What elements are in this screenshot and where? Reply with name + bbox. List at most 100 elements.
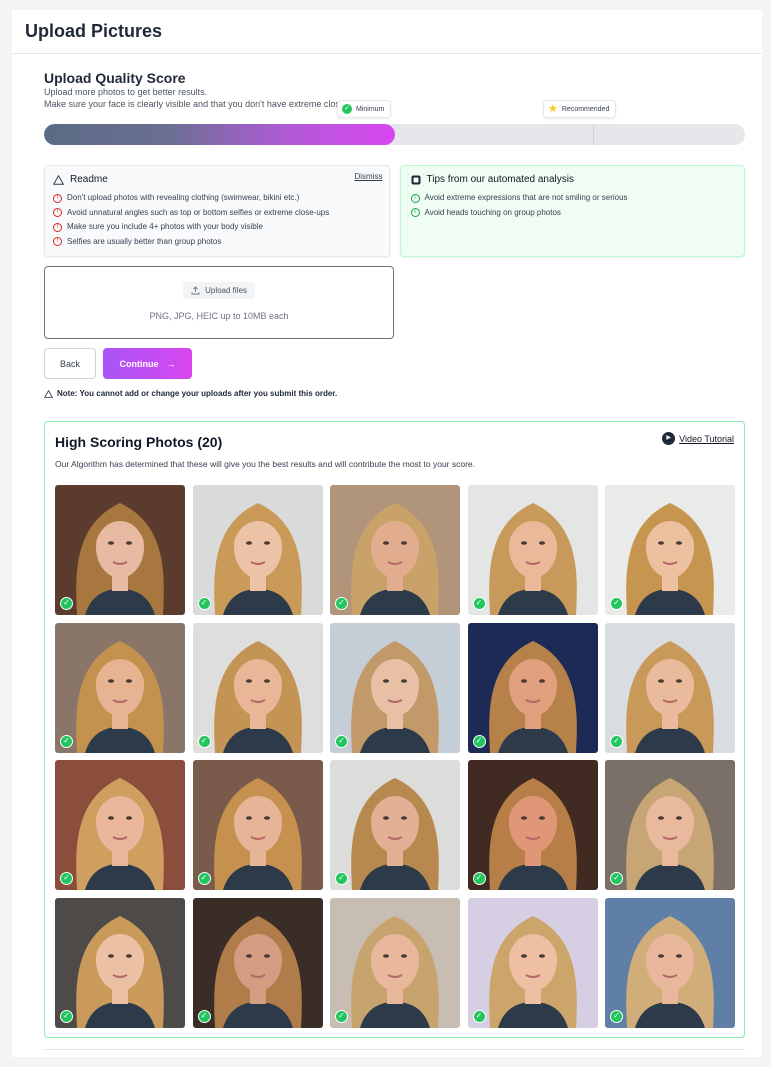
quality-score-title: Upload Quality Score — [44, 70, 186, 86]
quality-score-subtitle-2: Make sure your face is clearly visible a… — [44, 99, 362, 109]
check-circle-icon: ✓ — [60, 734, 73, 748]
check-circle-icon: ✓ — [472, 872, 486, 885]
photo-thumbnail[interactable]: ✓ — [467, 622, 598, 753]
portrait-image — [605, 485, 735, 615]
submission-note: Note: You cannot add or change your uplo… — [44, 389, 745, 398]
photo-thumbnail[interactable]: ✓ — [192, 485, 323, 615]
check-circle-icon: ✓ — [472, 734, 486, 748]
recommended-marker: ★ Recommended — [543, 100, 617, 118]
tips-header: Tips from our automated analysis — [411, 174, 735, 185]
photo-thumbnail[interactable]: ✓ — [330, 897, 460, 1028]
video-tutorial-link[interactable]: ▶ Video Tutorial — [662, 432, 734, 445]
alert-circle-icon: ! — [53, 222, 62, 232]
portrait-image — [55, 897, 185, 1028]
photo-thumbnail[interactable]: ✓ — [192, 760, 323, 890]
recommended-divider — [593, 124, 594, 145]
check-circle-icon: ✓ — [60, 872, 73, 885]
photo-thumbnail[interactable]: ✓ — [467, 485, 598, 615]
portrait-image — [330, 485, 460, 615]
page-title: Upload Pictures — [25, 21, 163, 41]
info-circle-icon: i — [410, 193, 420, 203]
upload-content: Upload Quality Score Upload more photos … — [12, 54, 762, 398]
photo-thumbnail[interactable]: ✓ — [330, 485, 460, 615]
continue-label: Continue — [119, 358, 159, 369]
portrait-image — [192, 760, 323, 890]
readme-item: ! Make sure you include 4+ photos with yo… — [53, 220, 381, 235]
photo-thumbnail[interactable]: ✓ — [55, 485, 185, 615]
upload-icon — [191, 286, 200, 295]
photo-thumbnail[interactable]: ✓ — [605, 897, 735, 1028]
readme-item: ! Don't upload photos with revealing clot… — [53, 191, 381, 206]
check-circle-icon: ✓ — [335, 734, 348, 748]
portrait-image — [192, 897, 323, 1028]
tips-box: Tips from our automated analysis i Avoid … — [399, 165, 745, 257]
portrait-image — [192, 485, 323, 615]
alert-circle-icon: ! — [53, 208, 62, 218]
check-circle-icon: ✓ — [197, 734, 211, 748]
photo-thumbnail[interactable]: ✓ — [55, 897, 185, 1028]
dismiss-link[interactable]: Dismiss — [355, 172, 383, 181]
tip-item: i Avoid extreme expressions that are not … — [410, 191, 735, 206]
readme-item: ! Selfies are usually better than group p… — [53, 235, 381, 250]
upload-files-label: Upload files — [205, 286, 247, 295]
photo-grid: ✓ ✓ ✓ ✓ ✓ ✓ ✓ ✓ ✓ ✓ ✓ ✓ ✓ ✓ ✓ ✓ ✓ ✓ ✓ ✓ — [55, 485, 735, 1028]
analysis-icon — [411, 175, 420, 184]
portrait-image — [467, 897, 598, 1028]
readme-item-text: Selfies are usually better than group ph… — [67, 236, 222, 246]
continue-button[interactable]: Continue → — [103, 348, 192, 379]
photo-thumbnail[interactable]: ✓ — [467, 897, 598, 1028]
info-circle-icon: i — [410, 208, 420, 218]
check-circle-icon: ✓ — [472, 1009, 486, 1023]
tips-title: Tips from our automated analysis — [426, 174, 574, 185]
upload-dropzone[interactable]: Upload files PNG, JPG, HEIC up to 10MB e… — [44, 266, 394, 339]
note-text: Note: You cannot add or change your uplo… — [57, 389, 338, 398]
check-circle-icon: ✓ — [197, 872, 211, 885]
check-circle-icon: ✓ — [610, 597, 623, 610]
readme-header: Readme — [53, 174, 381, 185]
portrait-image — [467, 485, 598, 615]
photo-thumbnail[interactable]: ✓ — [467, 760, 598, 890]
warning-triangle-icon — [44, 389, 53, 398]
video-tutorial-label: Video Tutorial — [679, 433, 734, 444]
page-footer-divider — [44, 1049, 745, 1057]
check-circle-icon: ✓ — [335, 1009, 348, 1023]
photo-thumbnail[interactable]: ✓ — [605, 622, 735, 753]
back-button[interactable]: Back — [44, 348, 96, 379]
check-circle-icon: ✓ — [610, 872, 623, 885]
readme-box: Readme Dismiss ! Don't upload photos with… — [44, 165, 390, 257]
photo-thumbnail[interactable]: ✓ — [330, 760, 460, 890]
check-circle-icon: ✓ — [342, 104, 352, 114]
photo-thumbnail[interactable]: ✓ — [330, 622, 460, 753]
check-circle-icon: ✓ — [60, 1009, 73, 1023]
check-circle-icon: ✓ — [335, 872, 348, 885]
photo-thumbnail[interactable]: ✓ — [55, 622, 185, 753]
photo-thumbnail[interactable]: ✓ — [55, 760, 185, 890]
readme-item-text: Make sure you include 4+ photos with you… — [67, 222, 263, 231]
upload-pictures-page: Upload Pictures Upload Quality Score Upl… — [12, 10, 762, 1057]
portrait-image — [192, 622, 323, 753]
alert-circle-icon: ! — [53, 193, 62, 203]
recommended-label: Recommended — [561, 105, 610, 113]
minimum-marker: ✓ Minimum — [337, 100, 392, 118]
check-circle-icon: ✓ — [335, 597, 348, 610]
portrait-image — [605, 760, 735, 890]
portrait-image — [467, 622, 598, 753]
photo-thumbnail[interactable]: ✓ — [605, 760, 735, 890]
alert-circle-icon: ! — [53, 237, 62, 247]
page-header: Upload Pictures — [12, 10, 762, 54]
high-scoring-panel: High Scoring Photos (20) ▶ Video Tutoria… — [44, 421, 745, 1038]
photo-thumbnail[interactable]: ✓ — [605, 485, 735, 615]
quality-score-subtitle-1: Upload more photos to get better results… — [44, 87, 208, 97]
tip-item-text: Avoid heads touching on group photos — [424, 207, 561, 217]
portrait-image — [330, 622, 460, 753]
check-circle-icon: ✓ — [610, 1009, 623, 1023]
info-row: Readme Dismiss ! Don't upload photos with… — [44, 165, 745, 257]
progress-fill — [44, 124, 395, 145]
tip-item: i Avoid heads touching on group photos — [410, 206, 735, 221]
check-circle-icon: ✓ — [197, 597, 211, 610]
upload-files-button[interactable]: Upload files — [183, 282, 255, 299]
photo-thumbnail[interactable]: ✓ — [192, 622, 323, 753]
check-circle-icon: ✓ — [60, 597, 73, 610]
portrait-image — [55, 622, 185, 753]
photo-thumbnail[interactable]: ✓ — [192, 897, 323, 1028]
